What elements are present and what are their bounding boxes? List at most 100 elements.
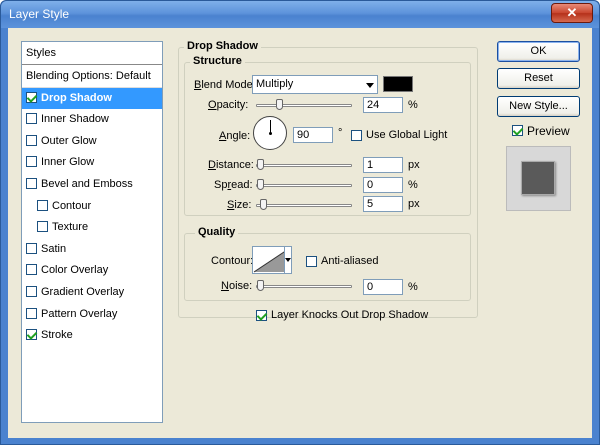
layer-knocks-out-checkbox[interactable] [256, 310, 267, 321]
style-item-label: Stroke [41, 329, 73, 342]
angle-input[interactable]: 90 [293, 127, 333, 143]
styles-list: Blending Options: Default Drop Shadow Inne… [22, 66, 162, 347]
anti-aliased-checkbox[interactable] [306, 256, 317, 267]
style-item-inner-glow[interactable]: Inner Glow [22, 152, 162, 174]
style-item-pattern-overlay[interactable]: Pattern Overlay [22, 304, 162, 326]
style-item-label: Gradient Overlay [41, 285, 125, 298]
style-preview [506, 146, 571, 211]
noise-unit: % [408, 281, 418, 293]
style-item-inner-shadow[interactable]: Inner Shadow [22, 109, 162, 131]
preview-checkbox[interactable] [512, 125, 523, 136]
style-item-checkbox[interactable] [26, 177, 37, 189]
style-item-label: Inner Shadow [41, 113, 109, 126]
opacity-slider-handle[interactable] [276, 99, 283, 110]
style-item-checkbox[interactable] [26, 264, 37, 276]
spread-label: Spread: [214, 179, 253, 191]
style-item-outer-glow[interactable]: Outer Glow [22, 131, 162, 153]
blend-mode-select[interactable]: Multiply [252, 75, 378, 94]
new-style-button[interactable]: New Style... [497, 96, 580, 117]
distance-input[interactable]: 1 [363, 157, 403, 173]
size-unit: px [408, 198, 420, 210]
spread-slider-track[interactable] [256, 184, 352, 187]
style-item-checkbox[interactable] [26, 242, 37, 254]
style-item-checkbox[interactable] [26, 91, 37, 103]
style-item-label: Pattern Overlay [41, 307, 118, 320]
style-item-label: Bevel and Emboss [41, 177, 133, 190]
structure-title: Structure [190, 55, 245, 67]
chevron-down-icon [366, 83, 374, 88]
style-item-label: Texture [52, 221, 89, 234]
style-item-label: Contour [52, 199, 92, 212]
layer-knocks-out-label: Layer Knocks Out Drop Shadow [271, 309, 429, 321]
style-item-checkbox[interactable] [26, 307, 37, 319]
spread-unit: % [408, 179, 418, 191]
style-item-stroke[interactable]: Stroke [22, 325, 162, 347]
angle-unit: ° [338, 127, 343, 139]
styles-header: Styles [22, 42, 162, 65]
size-slider-track[interactable] [256, 204, 352, 207]
noise-label: Noise: [221, 280, 253, 292]
style-item-texture[interactable]: Texture [22, 217, 162, 239]
style-item-gradient-overlay[interactable]: Gradient Overlay [22, 282, 162, 304]
angle-label: Angle: [219, 130, 251, 142]
distance-unit: px [408, 159, 420, 171]
style-item-label: Drop Shadow [41, 91, 112, 104]
style-item-label: Blending Options: Default [26, 70, 151, 82]
style-item-bevel-and-emboss[interactable]: Bevel and Emboss [22, 174, 162, 196]
style-item-checkbox[interactable] [26, 285, 37, 297]
noise-slider-handle[interactable] [257, 280, 264, 291]
angle-dial[interactable] [253, 116, 287, 150]
spread-slider-handle[interactable] [257, 179, 264, 190]
style-item-label: Satin [41, 242, 67, 255]
distance-slider-track[interactable] [256, 164, 352, 167]
spread-input[interactable]: 0 [363, 177, 403, 193]
style-item-label: Color Overlay [41, 264, 109, 277]
styles-panel: Styles Blending Options: Default Drop Sha… [21, 41, 163, 423]
contour-dropdown-button[interactable] [284, 246, 292, 274]
chevron-down-icon [285, 258, 291, 262]
style-item-label: Inner Glow [41, 156, 95, 169]
noise-slider-track[interactable] [256, 285, 352, 288]
contour-label: Contour: [211, 255, 254, 267]
ok-button[interactable]: OK [497, 41, 580, 62]
distance-label: Distance: [208, 159, 254, 171]
style-item-checkbox[interactable] [26, 156, 37, 168]
use-global-light-label: Use Global Light [366, 129, 448, 141]
style-item-label: Outer Glow [41, 134, 97, 147]
title-bar[interactable]: Layer Style ✕ [1, 1, 599, 28]
close-button[interactable]: ✕ [551, 3, 593, 23]
opacity-label: Opacity: [208, 99, 249, 111]
distance-slider-handle[interactable] [257, 159, 264, 170]
style-item-checkbox[interactable] [37, 199, 48, 211]
shadow-color-swatch[interactable] [383, 76, 413, 92]
preview-label: Preview [527, 124, 570, 138]
size-label: Size: [227, 199, 252, 211]
angle-dial-center [269, 132, 272, 135]
opacity-slider-track[interactable] [256, 104, 352, 107]
noise-input[interactable]: 0 [363, 279, 403, 295]
style-item-contour[interactable]: Contour [22, 196, 162, 218]
size-slider-handle[interactable] [260, 199, 267, 210]
style-item-checkbox[interactable] [26, 134, 37, 146]
blend-mode-value: Multiply [256, 78, 294, 90]
style-item-checkbox[interactable] [26, 329, 37, 341]
opacity-unit: % [408, 99, 418, 111]
style-item-checkbox[interactable] [37, 221, 48, 233]
style-item-drop-shadow[interactable]: Drop Shadow [22, 87, 162, 110]
dialog-client-area: Styles Blending Options: Default Drop Sha… [8, 28, 592, 438]
style-item-color-overlay[interactable]: Color Overlay [22, 260, 162, 282]
preview-thumbnail [521, 161, 555, 195]
style-item-checkbox[interactable] [26, 113, 37, 125]
reset-button[interactable]: Reset [497, 68, 580, 89]
quality-title: Quality [195, 226, 239, 238]
anti-aliased-label: Anti-aliased [321, 255, 379, 267]
drop-shadow-title: Drop Shadow [184, 40, 261, 52]
blend-mode-label: Blend Mode: [194, 79, 256, 91]
style-item-blending-options-default[interactable]: Blending Options: Default [22, 66, 162, 88]
style-item-satin[interactable]: Satin [22, 239, 162, 261]
layer-style-window: Layer Style ✕ Styles Blending Options: D… [0, 0, 600, 445]
window-title: Layer Style [9, 7, 70, 21]
size-input[interactable]: 5 [363, 196, 403, 212]
opacity-input[interactable]: 24 [363, 97, 403, 113]
use-global-light-checkbox[interactable] [351, 130, 362, 141]
